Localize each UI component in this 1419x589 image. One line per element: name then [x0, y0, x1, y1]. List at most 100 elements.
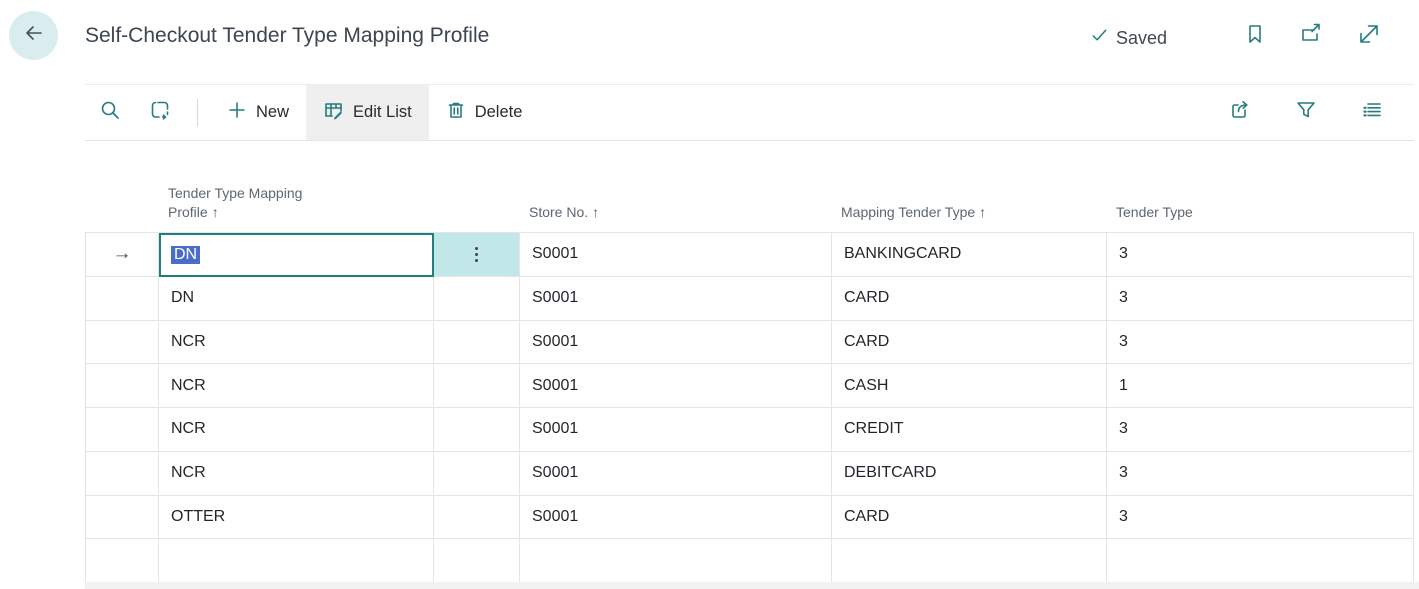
open-in-new-window-button[interactable] — [1296, 21, 1326, 51]
new-button[interactable]: New — [210, 85, 306, 140]
open-in-new-window-icon — [1298, 21, 1324, 52]
mapping-tender-type-cell[interactable]: BANKINGCARD — [832, 233, 1107, 277]
header-actions-spacer — [433, 222, 519, 232]
table-row: → NCR S0001 DEBITCARD 3 — [86, 452, 1414, 496]
list-options-icon — [1360, 98, 1384, 127]
table-row: → NCR S0001 CASH 1 — [86, 364, 1414, 408]
trash-icon — [446, 100, 466, 125]
tender-type-cell[interactable]: 3 — [1107, 233, 1414, 277]
table-header: Tender Type Mapping Profile↑ Store No.↑ … — [85, 163, 1413, 232]
sort-ascending-icon: ↑ — [979, 204, 986, 220]
profile-cell[interactable]: NCR — [159, 452, 434, 496]
save-status: Saved — [1090, 26, 1167, 50]
plus-icon — [227, 100, 247, 125]
share-icon — [1228, 98, 1252, 127]
back-button[interactable] — [9, 11, 58, 60]
table: → DN S0001 BANKINGCARD 3 → DN S0001 CARD… — [85, 232, 1414, 583]
row-actions-cell[interactable] — [434, 277, 520, 321]
row-selector-cell[interactable]: → — [86, 321, 159, 365]
search-button[interactable] — [85, 85, 135, 140]
store-no-cell[interactable] — [520, 539, 832, 583]
store-no-cell[interactable]: S0001 — [520, 233, 832, 277]
row-selector-cell[interactable]: → — [86, 539, 159, 583]
filter-icon — [1294, 98, 1318, 127]
tender-type-cell[interactable] — [1107, 539, 1414, 583]
tender-type-cell[interactable]: 3 — [1107, 452, 1414, 496]
page: Self-Checkout Tender Type Mapping Profil… — [0, 0, 1419, 589]
mapping-tender-type-cell[interactable]: CREDIT — [832, 408, 1107, 452]
footer-strip — [85, 582, 1419, 589]
profile-cell[interactable]: NCR — [159, 364, 434, 408]
column-header-mapping-tender-type[interactable]: Mapping Tender Type↑ — [831, 203, 1106, 232]
edit-list-button-label: Edit List — [353, 103, 412, 122]
store-no-cell[interactable]: S0001 — [520, 277, 832, 321]
search-icon — [99, 99, 121, 126]
mapping-tender-type-cell[interactable]: CASH — [832, 364, 1107, 408]
more-options-button[interactable] — [1346, 98, 1398, 127]
store-no-cell[interactable]: S0001 — [520, 321, 832, 365]
share-button[interactable] — [1214, 98, 1266, 127]
tender-type-cell[interactable]: 3 — [1107, 408, 1414, 452]
row-selector-cell[interactable]: → — [86, 364, 159, 408]
mapping-tender-type-cell[interactable] — [832, 539, 1107, 583]
store-no-cell[interactable]: S0001 — [520, 452, 832, 496]
profile-cell[interactable]: OTTER — [159, 496, 434, 540]
table-row: → OTTER S0001 CARD 3 — [86, 496, 1414, 540]
profile-cell[interactable] — [159, 539, 434, 583]
row-actions-ellipsis-icon[interactable] — [475, 247, 478, 262]
delete-button-label: Delete — [475, 103, 523, 122]
edit-list-icon — [323, 100, 344, 126]
save-status-label: Saved — [1116, 28, 1167, 49]
current-row-arrow-icon: → — [113, 243, 132, 265]
expand-button[interactable] — [1354, 21, 1384, 51]
column-header-profile[interactable]: Tender Type Mapping Profile↑ — [158, 184, 433, 232]
check-icon — [1090, 26, 1109, 50]
row-selector-cell[interactable]: → — [86, 408, 159, 452]
tender-type-cell[interactable]: 3 — [1107, 496, 1414, 540]
edit-list-button[interactable]: Edit List — [306, 85, 429, 140]
tender-type-cell[interactable]: 1 — [1107, 364, 1414, 408]
mapping-tender-type-cell[interactable]: CARD — [832, 277, 1107, 321]
mapping-tender-type-cell[interactable]: CARD — [832, 321, 1107, 365]
filter-button[interactable] — [1280, 98, 1332, 127]
profile-cell[interactable]: DN — [159, 277, 434, 321]
row-actions-cell[interactable] — [434, 233, 520, 277]
back-arrow-icon — [22, 21, 46, 50]
store-no-cell[interactable]: S0001 — [520, 408, 832, 452]
delete-button[interactable]: Delete — [429, 85, 540, 140]
column-header-tender-type[interactable]: Tender Type — [1106, 203, 1413, 232]
toolbar-divider — [197, 99, 198, 127]
row-actions-cell[interactable] — [434, 496, 520, 540]
column-header-store-no[interactable]: Store No.↑ — [519, 203, 831, 232]
row-actions-cell[interactable] — [434, 321, 520, 365]
table-row: → NCR S0001 CARD 3 — [86, 321, 1414, 365]
store-no-cell[interactable]: S0001 — [520, 364, 832, 408]
bookmark-icon — [1243, 22, 1267, 51]
action-bar: New Edit List Delete — [85, 84, 1414, 141]
header-selector-spacer — [85, 222, 158, 232]
row-actions-cell[interactable] — [434, 452, 520, 496]
store-no-cell[interactable]: S0001 — [520, 496, 832, 540]
analysis-mode-button[interactable] — [135, 85, 185, 140]
row-actions-cell[interactable] — [434, 364, 520, 408]
row-actions-cell[interactable] — [434, 539, 520, 583]
row-selector-cell[interactable]: → — [86, 452, 159, 496]
mapping-tender-type-cell[interactable]: CARD — [832, 496, 1107, 540]
row-selector-cell[interactable]: → — [86, 496, 159, 540]
row-actions-cell[interactable] — [434, 408, 520, 452]
bookmark-button[interactable] — [1240, 21, 1270, 51]
analysis-mode-icon — [149, 99, 171, 126]
sort-ascending-icon: ↑ — [592, 204, 599, 220]
table-row: → DN S0001 BANKINGCARD 3 — [86, 233, 1414, 277]
expand-icon — [1356, 21, 1382, 52]
profile-cell[interactable]: NCR — [159, 408, 434, 452]
profile-cell[interactable]: NCR — [159, 321, 434, 365]
tender-type-cell[interactable]: 3 — [1107, 321, 1414, 365]
tender-type-cell[interactable]: 3 — [1107, 277, 1414, 321]
row-selector-cell[interactable]: → — [86, 277, 159, 321]
row-selector-cell[interactable]: → — [86, 233, 159, 277]
sort-ascending-icon: ↑ — [212, 204, 219, 220]
mapping-tender-type-cell[interactable]: DEBITCARD — [832, 452, 1107, 496]
new-button-label: New — [256, 103, 289, 122]
profile-cell[interactable]: DN — [159, 233, 434, 277]
